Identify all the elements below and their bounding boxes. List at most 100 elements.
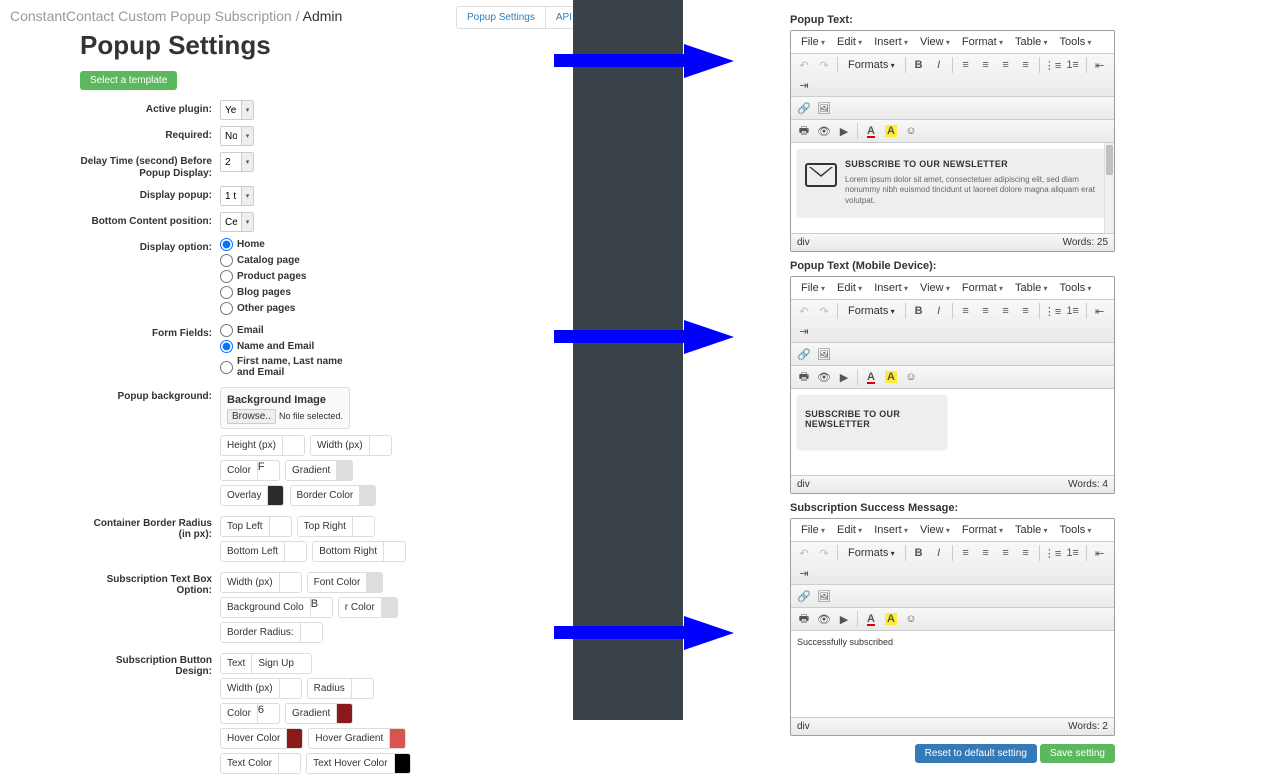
menu-tools[interactable]: Tools (1054, 521, 1098, 539)
image-icon[interactable]: 🖼 (815, 99, 833, 117)
editor-content[interactable]: SUBSCRIBE TO OUR NEWSLETTER Lorem ipsum … (791, 143, 1114, 233)
menu-file[interactable]: File (795, 521, 831, 539)
italic-icon[interactable]: I (930, 56, 948, 74)
tr-input[interactable]: Top Right (297, 516, 375, 537)
forecolor-icon[interactable]: A (862, 122, 880, 140)
align-justify-icon[interactable]: ≡ (1017, 302, 1035, 320)
formats-dropdown[interactable]: Formats (842, 305, 901, 317)
preview-icon[interactable]: 👁 (815, 368, 833, 386)
number-list-icon[interactable]: 1≡ (1064, 56, 1082, 74)
link-icon[interactable]: 🔗 (795, 587, 813, 605)
menu-table[interactable]: Table (1009, 279, 1054, 297)
menu-format[interactable]: Format (956, 521, 1009, 539)
menu-edit[interactable]: Edit (831, 521, 868, 539)
media-icon[interactable]: ▶ (835, 610, 853, 628)
radio-blog[interactable] (220, 286, 233, 299)
btn-radius[interactable]: Radius (307, 678, 374, 699)
menu-view[interactable]: View (914, 521, 956, 539)
radio-fln-email[interactable] (220, 361, 233, 374)
tab-popup-settings[interactable]: Popup Settings (457, 7, 545, 28)
align-left-icon[interactable]: ≡ (957, 302, 975, 320)
tb-bc[interactable]: r Color (338, 597, 398, 618)
media-icon[interactable]: ▶ (835, 122, 853, 140)
indent-icon[interactable]: ⇥ (795, 564, 813, 582)
radio-product[interactable] (220, 270, 233, 283)
number-list-icon[interactable]: 1≡ (1064, 302, 1082, 320)
bl-input[interactable]: Bottom Left (220, 541, 307, 562)
gradient-input[interactable]: Gradient (285, 460, 353, 481)
radio-name-email[interactable] (220, 340, 233, 353)
chevron-down-icon[interactable]: ▾ (241, 153, 253, 171)
emoticon-icon[interactable]: ☺ (902, 610, 920, 628)
bullet-list-icon[interactable]: ⋮≡ (1044, 544, 1062, 562)
print-icon[interactable]: 🖶 (795, 368, 813, 386)
radio-email[interactable] (220, 324, 233, 337)
align-justify-icon[interactable]: ≡ (1017, 56, 1035, 74)
forecolor-icon[interactable]: A (862, 368, 880, 386)
browse-button[interactable]: Browse.. (227, 409, 276, 424)
indent-icon[interactable]: ⇥ (795, 322, 813, 340)
radio-catalog[interactable] (220, 254, 233, 267)
emoticon-icon[interactable]: ☺ (902, 122, 920, 140)
print-icon[interactable]: 🖶 (795, 610, 813, 628)
bullet-list-icon[interactable]: ⋮≡ (1044, 302, 1062, 320)
undo-icon[interactable]: ↶ (795, 544, 813, 562)
btn-width[interactable]: Width (px) (220, 678, 302, 699)
align-center-icon[interactable]: ≡ (977, 302, 995, 320)
select-template-button[interactable]: Select a template (80, 71, 177, 90)
menu-insert[interactable]: Insert (868, 33, 914, 51)
undo-icon[interactable]: ↶ (795, 56, 813, 74)
align-justify-icon[interactable]: ≡ (1017, 544, 1035, 562)
menu-tools[interactable]: Tools (1054, 33, 1098, 51)
align-left-icon[interactable]: ≡ (957, 56, 975, 74)
emoticon-icon[interactable]: ☺ (902, 368, 920, 386)
align-center-icon[interactable]: ≡ (977, 56, 995, 74)
media-icon[interactable]: ▶ (835, 368, 853, 386)
chevron-down-icon[interactable]: ▾ (241, 213, 253, 231)
menu-edit[interactable]: Edit (831, 33, 868, 51)
formats-dropdown[interactable]: Formats (842, 547, 901, 559)
menu-view[interactable]: View (914, 33, 956, 51)
align-right-icon[interactable]: ≡ (997, 56, 1015, 74)
bold-icon[interactable]: B (910, 544, 928, 562)
formats-dropdown[interactable]: Formats (842, 59, 901, 71)
menu-table[interactable]: Table (1009, 33, 1054, 51)
color-input[interactable]: ColorF (220, 460, 280, 481)
radio-other[interactable] (220, 302, 233, 315)
bold-icon[interactable]: B (910, 56, 928, 74)
tb-width[interactable]: Width (px) (220, 572, 302, 593)
italic-icon[interactable]: I (930, 302, 948, 320)
backcolor-icon[interactable]: A (882, 122, 900, 140)
width-input[interactable]: Width (px) (310, 435, 392, 456)
align-left-icon[interactable]: ≡ (957, 544, 975, 562)
tb-bg[interactable]: Background ColoB (220, 597, 333, 618)
bottom-content-select[interactable]: ▾ (220, 212, 254, 232)
menu-file[interactable]: File (795, 279, 831, 297)
redo-icon[interactable]: ↷ (815, 56, 833, 74)
btn-hover[interactable]: Hover Color (220, 728, 303, 749)
height-input[interactable]: Height (px) (220, 435, 305, 456)
menu-tools[interactable]: Tools (1054, 279, 1098, 297)
link-icon[interactable]: 🔗 (795, 345, 813, 363)
menu-format[interactable]: Format (956, 33, 1009, 51)
link-icon[interactable]: 🔗 (795, 99, 813, 117)
image-icon[interactable]: 🖼 (815, 345, 833, 363)
outdent-icon[interactable]: ⇤ (1091, 544, 1109, 562)
btn-color[interactable]: Color6 (220, 703, 280, 724)
menu-format[interactable]: Format (956, 279, 1009, 297)
redo-icon[interactable]: ↷ (815, 544, 833, 562)
br-input[interactable]: Bottom Right (312, 541, 406, 562)
chevron-down-icon[interactable]: ▾ (241, 187, 253, 205)
forecolor-icon[interactable]: A (862, 610, 880, 628)
save-button[interactable]: Save setting (1040, 744, 1115, 763)
tb-font-color[interactable]: Font Color (307, 572, 384, 593)
reset-button[interactable]: Reset to default setting (915, 744, 1037, 763)
chevron-down-icon[interactable]: ▾ (241, 127, 253, 145)
required-select[interactable]: ▾ (220, 126, 254, 146)
btn-gradient[interactable]: Gradient (285, 703, 353, 724)
btn-tc[interactable]: Text Color (220, 753, 301, 774)
preview-icon[interactable]: 👁 (815, 610, 833, 628)
border-color-input[interactable]: Border Color (290, 485, 377, 506)
undo-icon[interactable]: ↶ (795, 302, 813, 320)
outdent-icon[interactable]: ⇤ (1091, 302, 1109, 320)
